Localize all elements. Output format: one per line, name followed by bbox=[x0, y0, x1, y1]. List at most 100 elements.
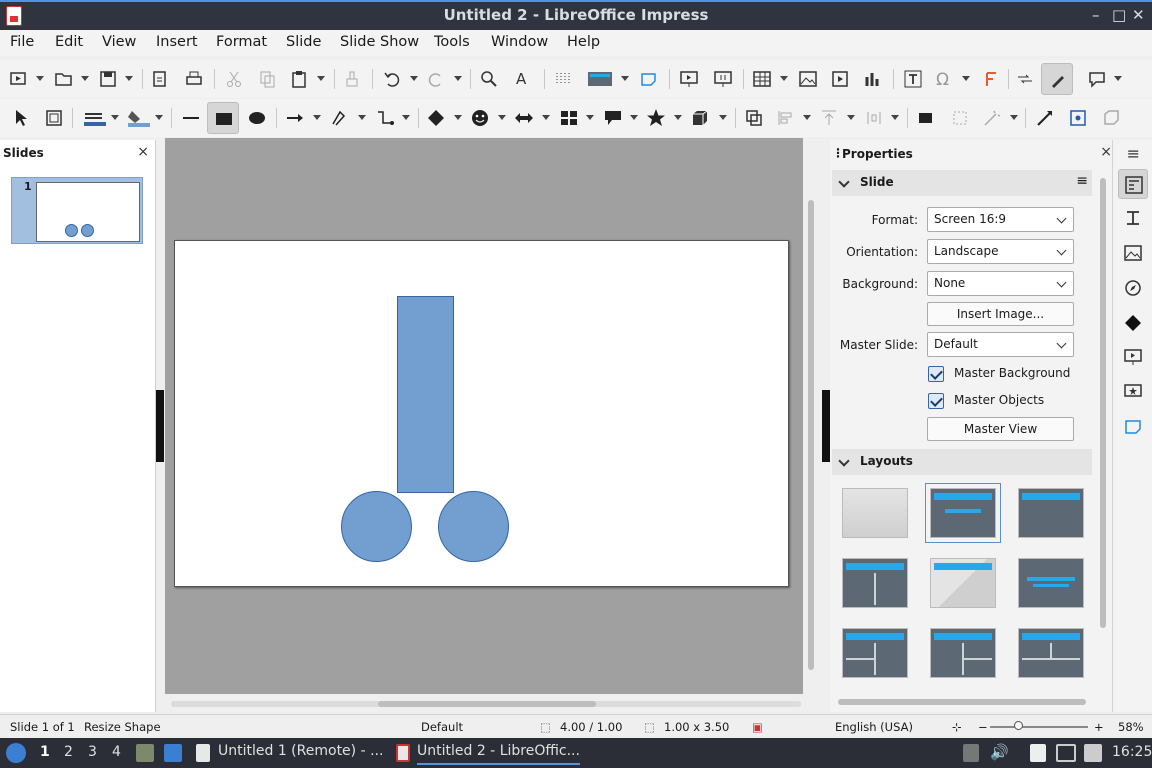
navigator-tab-icon[interactable] bbox=[1118, 273, 1148, 303]
callouts-icon[interactable] bbox=[603, 108, 623, 128]
circle-shape-left[interactable] bbox=[341, 491, 412, 562]
connectors-icon[interactable] bbox=[375, 108, 395, 128]
shadow-icon[interactable] bbox=[916, 108, 936, 128]
extrusion-icon[interactable] bbox=[1101, 108, 1121, 128]
select-arrow-icon[interactable] bbox=[11, 108, 31, 128]
workspace-2[interactable]: 2 bbox=[64, 744, 73, 760]
slides-panel-close-button[interactable]: × bbox=[137, 144, 149, 160]
canvas-vertical-scrollbar[interactable] bbox=[804, 138, 818, 694]
insert-image-button[interactable]: Insert Image... bbox=[927, 302, 1074, 326]
line-icon[interactable] bbox=[181, 108, 201, 128]
zoom-out-icon[interactable]: − bbox=[978, 720, 988, 734]
rectangle-shape[interactable] bbox=[397, 296, 454, 493]
layout-title-slide[interactable] bbox=[925, 483, 1001, 543]
find-replace-icon[interactable] bbox=[479, 69, 499, 89]
layout-title-2content-over-content[interactable] bbox=[1018, 628, 1084, 678]
background-dropdown[interactable]: None bbox=[927, 271, 1074, 296]
menu-edit[interactable]: Edit bbox=[55, 34, 83, 50]
zoom-slider[interactable] bbox=[990, 726, 1088, 728]
sidebar-menu-icon[interactable]: ≡ bbox=[1127, 144, 1140, 163]
menu-insert[interactable]: Insert bbox=[156, 34, 198, 50]
special-character-icon[interactable]: Ω bbox=[934, 69, 954, 90]
slide-section-header[interactable]: Slide ≡ bbox=[832, 170, 1092, 196]
stars-icon[interactable] bbox=[646, 108, 666, 128]
properties-tab-icon[interactable] bbox=[1118, 169, 1148, 199]
cut-icon[interactable] bbox=[224, 69, 244, 89]
layout-title-content-2content[interactable] bbox=[930, 628, 996, 678]
desktop-icon[interactable] bbox=[164, 744, 182, 762]
workspace-3[interactable]: 3 bbox=[88, 744, 97, 760]
file-manager-icon[interactable] bbox=[136, 744, 154, 762]
layout-title-only[interactable] bbox=[930, 558, 996, 608]
chart-icon[interactable] bbox=[863, 69, 883, 89]
spelling-icon[interactable]: A bbox=[513, 69, 533, 89]
close-button[interactable]: ✕ bbox=[1132, 6, 1145, 24]
workspace-1[interactable]: 1 bbox=[40, 744, 50, 760]
print-icon[interactable] bbox=[184, 69, 204, 89]
arrange-icon[interactable] bbox=[819, 108, 839, 128]
master-background-checkbox[interactable] bbox=[928, 366, 944, 382]
start-current-slide-icon[interactable] bbox=[713, 69, 733, 89]
menu-format[interactable]: Format bbox=[216, 34, 267, 50]
transformations-icon[interactable] bbox=[1015, 69, 1035, 89]
comments-tab-icon[interactable] bbox=[1118, 412, 1148, 442]
clipboard-tray-icon[interactable] bbox=[963, 744, 979, 762]
layout-title-content[interactable] bbox=[1018, 488, 1084, 538]
master-page-status[interactable]: Default bbox=[421, 720, 463, 734]
format-dropdown[interactable]: Screen 16:9 bbox=[927, 207, 1074, 232]
clone-formatting-icon[interactable] bbox=[342, 69, 362, 89]
task-untitled-1[interactable]: Untitled 1 (Remote) - ... bbox=[218, 743, 383, 759]
menu-slide[interactable]: Slide bbox=[286, 34, 321, 50]
crop-icon[interactable] bbox=[950, 108, 970, 128]
fontwork-icon[interactable] bbox=[981, 69, 1001, 89]
circle-shape-right[interactable] bbox=[438, 491, 509, 562]
zoom-in-icon[interactable]: + bbox=[1094, 720, 1104, 734]
save-icon[interactable] bbox=[98, 69, 118, 89]
image-icon[interactable] bbox=[798, 69, 818, 89]
filter-icon[interactable] bbox=[982, 108, 1002, 128]
shadow-duplicate-icon[interactable] bbox=[744, 108, 764, 128]
master-view-button[interactable]: Master View bbox=[927, 417, 1074, 441]
line-color-icon[interactable] bbox=[82, 108, 108, 128]
properties-scrollbar[interactable] bbox=[1098, 170, 1108, 690]
properties-horizontal-scrollbar[interactable] bbox=[838, 699, 1086, 705]
properties-close-button[interactable]: × bbox=[1100, 144, 1112, 160]
layouts-section-header[interactable]: Layouts bbox=[832, 449, 1092, 475]
media-icon[interactable] bbox=[830, 69, 850, 89]
zoom-slider-handle[interactable] bbox=[1014, 721, 1023, 730]
animation-tab-icon[interactable] bbox=[1118, 377, 1148, 407]
master-slide-dropdown[interactable]: Default bbox=[927, 332, 1074, 357]
copy-icon[interactable] bbox=[257, 69, 277, 89]
comment-icon[interactable] bbox=[639, 69, 659, 89]
open-icon[interactable] bbox=[54, 69, 74, 89]
start-menu-icon[interactable] bbox=[6, 743, 26, 763]
basic-shapes-icon[interactable] bbox=[426, 108, 446, 128]
layout-title-2content-content[interactable] bbox=[842, 628, 908, 678]
layout-blank[interactable] bbox=[842, 488, 908, 538]
task-untitled-2[interactable]: Untitled 2 - LibreOffic... bbox=[417, 743, 580, 765]
workspace-4[interactable]: 4 bbox=[112, 744, 121, 760]
curves-polygons-icon[interactable] bbox=[330, 108, 350, 128]
display-tray-icon[interactable] bbox=[1056, 744, 1076, 762]
start-from-first-slide-icon[interactable] bbox=[9, 69, 29, 89]
orientation-dropdown[interactable]: Landscape bbox=[927, 239, 1074, 264]
slide-page[interactable] bbox=[174, 240, 789, 587]
document-modified-icon[interactable]: ▣ bbox=[752, 720, 763, 734]
zoom-pan-icon[interactable] bbox=[44, 108, 64, 128]
menu-help[interactable]: Help bbox=[567, 34, 600, 50]
ellipse-icon[interactable] bbox=[247, 108, 267, 128]
symbol-shapes-icon[interactable] bbox=[470, 108, 490, 128]
flowchart-icon[interactable] bbox=[559, 108, 579, 128]
text-box-icon[interactable] bbox=[903, 69, 923, 89]
rectangle-button[interactable] bbox=[207, 102, 239, 134]
notes-tray-icon[interactable] bbox=[1030, 744, 1046, 762]
3d-objects-icon[interactable] bbox=[690, 108, 710, 128]
redo-icon[interactable] bbox=[426, 69, 446, 89]
language-status[interactable]: English (USA) bbox=[835, 720, 913, 734]
menu-window[interactable]: Window bbox=[491, 34, 548, 50]
menu-tools[interactable]: Tools bbox=[434, 34, 470, 50]
callout-shapes-icon[interactable] bbox=[1087, 69, 1107, 89]
export-pdf-icon[interactable] bbox=[150, 69, 170, 89]
block-arrows-icon[interactable] bbox=[514, 108, 534, 128]
glue-points-icon[interactable] bbox=[1068, 108, 1088, 128]
